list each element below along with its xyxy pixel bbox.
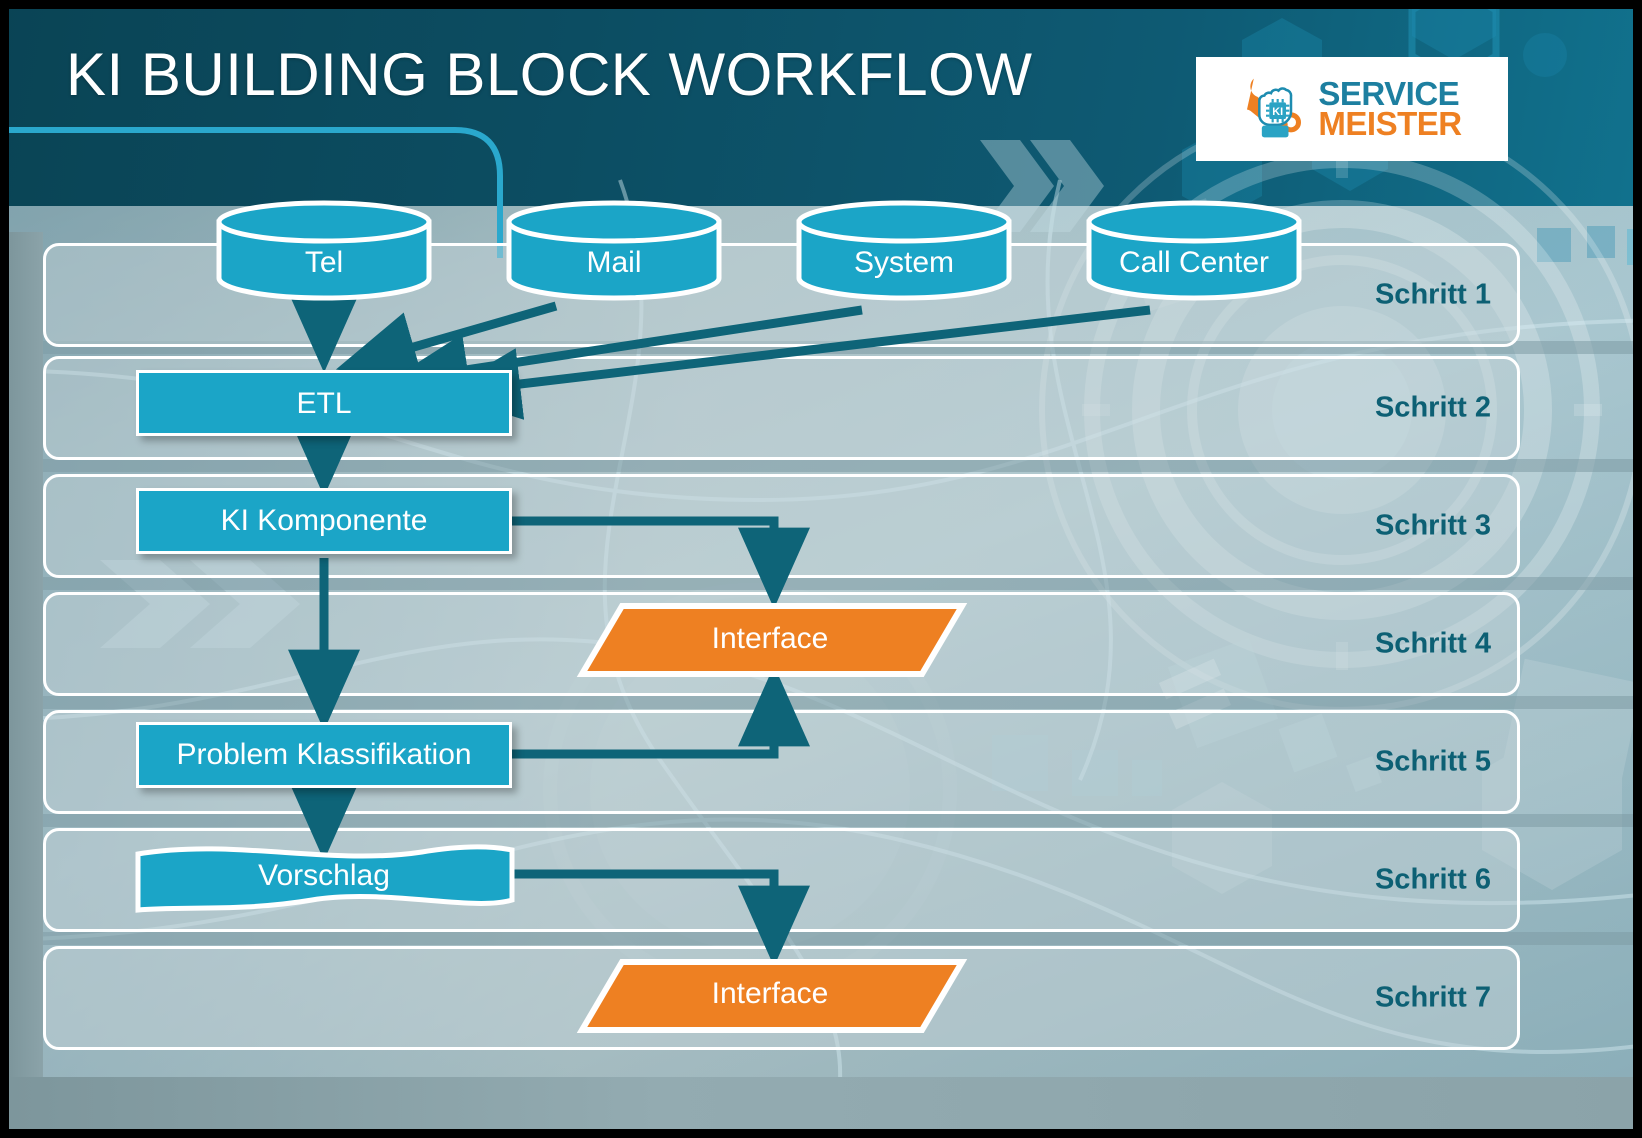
logo-chip-label: KI <box>1273 106 1284 118</box>
logo-line-2: MEISTER <box>1318 105 1462 142</box>
left-gutter <box>9 232 43 1129</box>
step-label-3: Schritt 3 <box>1374 509 1491 542</box>
step-label-5: Schritt 5 <box>1374 745 1491 778</box>
datastore-call-center[interactable] <box>1086 200 1302 301</box>
datastore-mail[interactable] <box>506 200 722 301</box>
step-label-2: Schritt 2 <box>1374 391 1491 424</box>
datastore-tel[interactable] <box>216 200 432 301</box>
process-ki-komponente[interactable] <box>136 488 512 554</box>
bottom-gutter <box>9 1077 1633 1129</box>
page-title: KI BUILDING BLOCK WORKFLOW <box>66 41 1033 108</box>
step-label-6: Schritt 6 <box>1374 863 1491 896</box>
process-etl[interactable] <box>136 370 512 436</box>
document-vorschlag[interactable] <box>134 840 516 918</box>
interface-top[interactable] <box>576 602 968 678</box>
service-meister-logo[interactable]: KI SERVICE MEISTER <box>1196 57 1508 161</box>
slide-canvas: Schritt 1 Schritt 2 Schritt 3 Schritt 4 … <box>0 0 1642 1138</box>
datastore-system[interactable] <box>796 200 1012 301</box>
wrench-hand-chip-icon: KI <box>1247 78 1302 138</box>
step-label-7: Schritt 7 <box>1374 981 1491 1014</box>
step-label-4: Schritt 4 <box>1374 627 1491 660</box>
process-problem-klassifikation[interactable] <box>136 722 512 788</box>
step-label-1: Schritt 1 <box>1374 278 1491 311</box>
interface-bottom[interactable] <box>576 958 968 1034</box>
